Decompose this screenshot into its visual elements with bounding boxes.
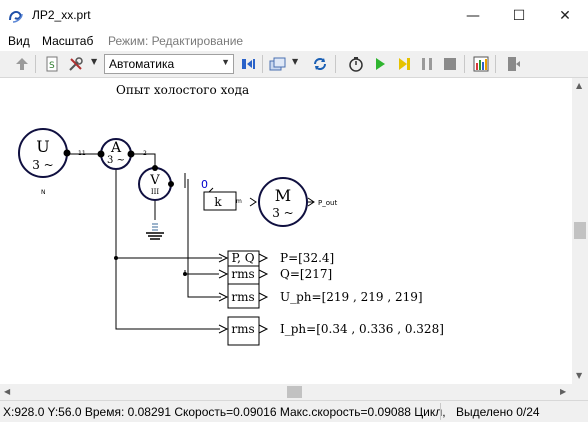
ground-spring-icon: [152, 223, 158, 231]
motor-phases: 3 ~: [272, 206, 294, 220]
voltmeter-letter: V: [149, 173, 160, 188]
toolbar: S ▼ Автоматика ▼ ▼: [0, 51, 588, 78]
voltmeter-port-side: [168, 181, 174, 187]
block-arrow: [258, 269, 269, 279]
toolbar-separator: [495, 55, 496, 73]
chevron-down-icon: ▼: [221, 57, 230, 67]
toolbar-separator: [464, 55, 465, 73]
scroll-down-icon[interactable]: ▼: [576, 371, 582, 380]
ammeter-port-label: 2: [143, 150, 147, 157]
scrollbar-corner: [572, 384, 588, 400]
voltmeter-port: [152, 165, 158, 171]
title-bar: ЛР2_xx.prt — ☐ ✕: [0, 0, 588, 31]
ammeter-port-out: [127, 150, 135, 158]
q-output: Q=[217]: [280, 267, 332, 281]
ammeter-phases: 3 ~: [107, 155, 125, 166]
pause-icon[interactable]: [417, 54, 437, 74]
motor-port-label: P_out: [318, 199, 337, 207]
source-neutral-label: N: [41, 189, 46, 196]
toolbar-separator: [262, 55, 263, 73]
block-arrow: [258, 253, 269, 263]
step-icon[interactable]: [394, 54, 414, 74]
stopwatch-icon[interactable]: [346, 54, 366, 74]
scroll-up-icon[interactable]: ▲: [576, 81, 582, 90]
source-port: [63, 149, 71, 157]
block-arrow: [258, 292, 269, 302]
motor-letter: M: [275, 186, 291, 205]
horizontal-scroll-thumb[interactable]: [287, 386, 302, 398]
menu-view[interactable]: Вид: [8, 34, 30, 48]
q-block-label[interactable]: rms: [231, 267, 254, 281]
motor[interactable]: M 3 ~ P_out: [258, 177, 337, 227]
status-info: X:928.0 Y:56.0 Время: 0.08291 Скорость=0…: [3, 405, 446, 419]
bar-chart-icon[interactable]: [471, 54, 491, 74]
menu-scale[interactable]: Масштаб: [42, 34, 93, 48]
stop-icon[interactable]: [440, 54, 460, 74]
p-output: P=[32.4]: [280, 251, 334, 265]
vertical-scrollbar[interactable]: ▲ ▼: [572, 78, 588, 384]
scroll-right-icon[interactable]: ▶: [560, 387, 566, 396]
source-phases: 3 ~: [32, 158, 54, 172]
toolbar-separator: [335, 55, 336, 73]
layer-icon[interactable]: [238, 54, 258, 74]
up-arrow-icon[interactable]: [12, 54, 32, 74]
scroll-left-icon[interactable]: ◀: [4, 387, 10, 396]
junction-dot: [183, 272, 187, 276]
voltmeter-phases: III: [151, 188, 160, 196]
circuit-diagram: U 3 ~ 11 N A 3 ~ 2 V III 0 k m M 3 ~ P_o…: [18, 128, 444, 346]
voltmeter[interactable]: V III: [138, 165, 174, 240]
tools-icon[interactable]: [66, 54, 86, 74]
voltage-source[interactable]: U 3 ~ 11 N: [18, 128, 86, 196]
source-port-label: 11: [78, 150, 86, 157]
menu-mode[interactable]: Режим: Редактирование: [108, 34, 243, 48]
toolbar-separator: [35, 55, 36, 73]
horizontal-scrollbar[interactable]: ◀ ▶: [0, 384, 572, 400]
status-divider: [440, 403, 441, 420]
block-arrow: [218, 269, 229, 279]
gain-port-label: m: [236, 198, 242, 205]
maximize-button[interactable]: ☐: [496, 0, 542, 31]
diagram-title: Опыт холостого хода: [116, 83, 250, 97]
junction-dot: [114, 256, 118, 260]
tools-dropdown-icon[interactable]: ▼: [91, 57, 97, 66]
gain-output-arrow: [249, 197, 257, 207]
close-button[interactable]: ✕: [542, 0, 588, 31]
block-arrow: [218, 324, 229, 334]
vertical-scroll-thumb[interactable]: [574, 222, 586, 239]
ammeter-port-in: [97, 150, 105, 158]
uph-block-label[interactable]: rms: [231, 290, 254, 304]
minimize-button[interactable]: —: [450, 0, 496, 31]
svg-text:S: S: [49, 61, 55, 71]
script-icon[interactable]: S: [42, 54, 62, 74]
status-selected: Выделено 0/24: [456, 405, 540, 419]
play-icon[interactable]: [370, 54, 390, 74]
iph-output: I_ph=[0.34 , 0.336 , 0.328]: [280, 322, 444, 336]
app-logo-icon: [8, 8, 24, 24]
windows-icon[interactable]: [268, 54, 288, 74]
source-letter: U: [36, 137, 49, 156]
ammeter-letter: A: [110, 140, 122, 156]
gain-block[interactable]: 0 k m: [201, 178, 257, 211]
diagram-canvas[interactable]: U 3 ~ 11 N A 3 ~ 2 V III 0 k m M 3 ~ P_o…: [0, 78, 572, 384]
exit-icon[interactable]: [503, 54, 523, 74]
ground-icon: [146, 232, 164, 240]
gain-input-value: 0: [201, 178, 208, 191]
mode-select-value: Автоматика: [109, 57, 175, 71]
windows-dropdown-icon[interactable]: ▼: [292, 57, 298, 66]
window-title: ЛР2_xx.prt: [32, 8, 91, 22]
block-arrow: [258, 324, 269, 334]
gain-label: k: [214, 195, 222, 209]
iph-block-label[interactable]: rms: [231, 322, 254, 336]
status-bar: X:928.0 Y:56.0 Время: 0.08291 Скорость=0…: [0, 400, 588, 422]
mode-select[interactable]: Автоматика ▼: [104, 54, 234, 74]
menu-bar: Вид Масштаб Режим: Редактирование: [0, 31, 588, 51]
uph-output: U_ph=[219 , 219 , 219]: [280, 290, 423, 304]
junction-dots: [114, 256, 187, 276]
refresh-icon[interactable]: [310, 54, 330, 74]
pq-block-label[interactable]: P, Q: [231, 251, 254, 265]
